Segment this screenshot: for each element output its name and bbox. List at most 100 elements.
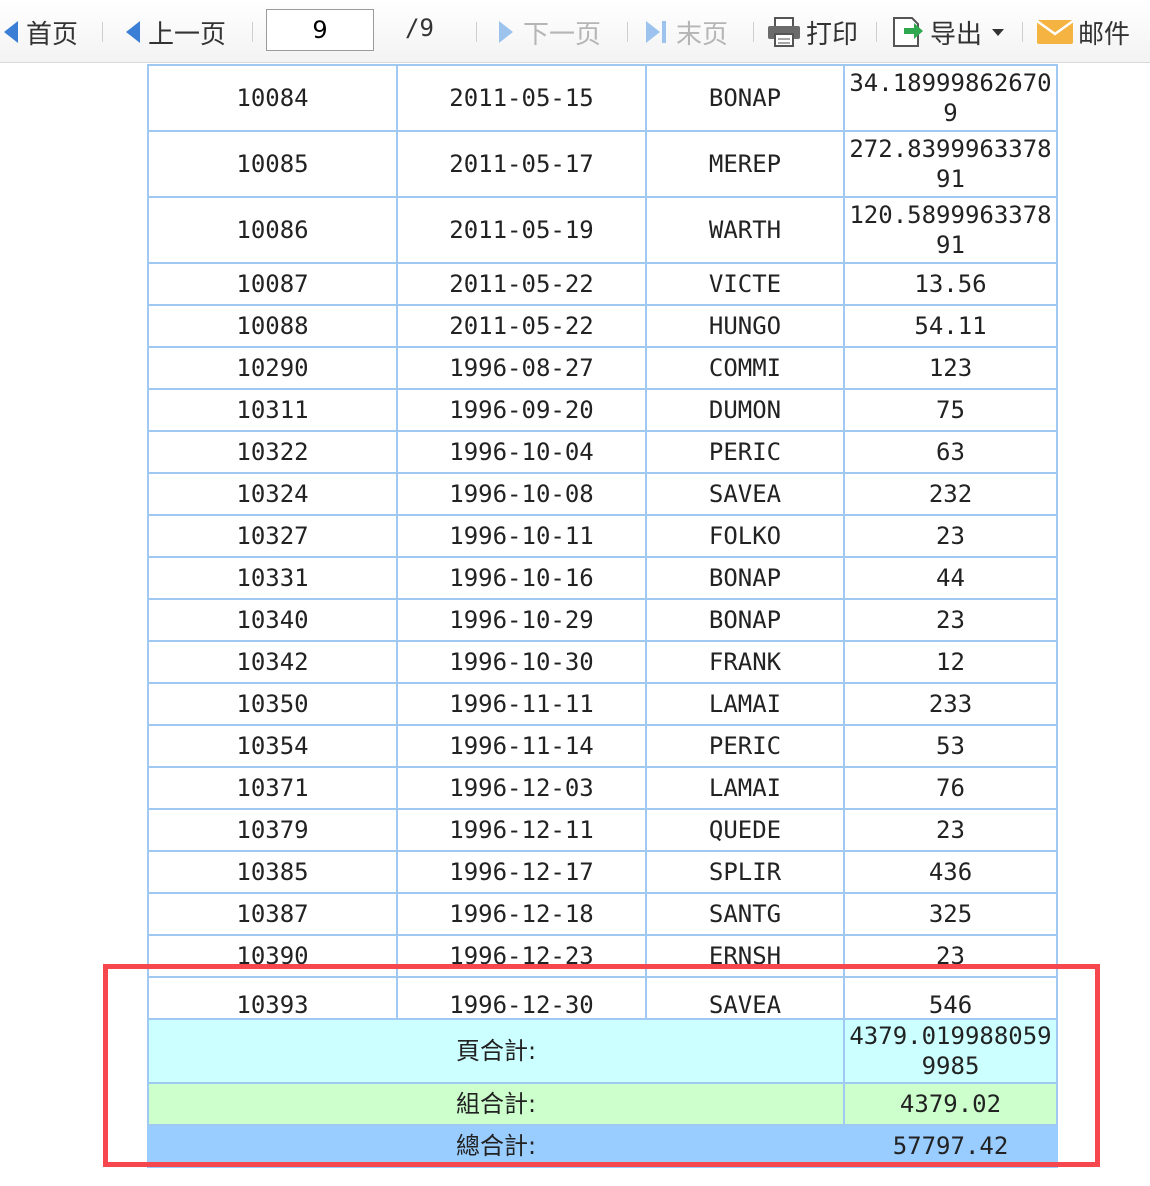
customer-cell: ERNSH bbox=[645, 934, 845, 978]
amount-cell: 13.56 bbox=[843, 262, 1058, 306]
next-page-icon bbox=[499, 21, 513, 43]
table-row: 10350 1996-11-11 LAMAI 233 bbox=[147, 682, 1058, 726]
order-id-cell: 10087 bbox=[147, 262, 398, 306]
first-page-label: 首页 bbox=[26, 19, 79, 50]
table-row: 10324 1996-10-08 SAVEA 232 bbox=[147, 472, 1058, 516]
order-id-cell: 10387 bbox=[147, 892, 398, 936]
table-row: 10084 2011-05-15 BONAP 34.189998626709 bbox=[147, 64, 1058, 132]
next-page-label: 下一页 bbox=[523, 19, 602, 50]
page-subtotal-value: 4379.0199880599985 bbox=[843, 1018, 1058, 1084]
last-page-icon bbox=[646, 21, 660, 43]
export-label: 导出 bbox=[930, 19, 983, 50]
amount-cell: 23 bbox=[843, 598, 1058, 642]
order-date-cell: 1996-12-11 bbox=[396, 808, 647, 852]
amount-cell: 120.589996337891 bbox=[843, 196, 1058, 264]
table-row: 10331 1996-10-16 BONAP 44 bbox=[147, 556, 1058, 600]
order-id-cell: 10085 bbox=[147, 130, 398, 198]
order-date-cell: 2011-05-22 bbox=[396, 262, 647, 306]
amount-cell: 232 bbox=[843, 472, 1058, 516]
group-subtotal-row: 組合計: 4379.02 bbox=[147, 1082, 1058, 1126]
mail-button[interactable]: 邮件 bbox=[1036, 12, 1130, 52]
order-date-cell: 2011-05-17 bbox=[396, 130, 647, 198]
customer-cell: LAMAI bbox=[645, 682, 845, 726]
toolbar-divider bbox=[876, 22, 877, 42]
table-row: 10371 1996-12-03 LAMAI 76 bbox=[147, 766, 1058, 810]
table-row: 10354 1996-11-14 PERIC 53 bbox=[147, 724, 1058, 768]
customer-cell: SAVEA bbox=[645, 472, 845, 516]
order-id-cell: 10393 bbox=[147, 976, 398, 1020]
table-row: 10311 1996-09-20 DUMON 75 bbox=[147, 388, 1058, 432]
amount-cell: 233 bbox=[843, 682, 1058, 726]
amount-cell: 63 bbox=[843, 430, 1058, 474]
customer-cell: BONAP bbox=[645, 556, 845, 600]
amount-cell: 54.11 bbox=[843, 304, 1058, 348]
table-row: 10086 2011-05-19 WARTH 120.589996337891 bbox=[147, 196, 1058, 264]
table-row: 10342 1996-10-30 FRANK 12 bbox=[147, 640, 1058, 684]
export-button[interactable]: 导出 bbox=[890, 12, 1005, 52]
group-subtotal-label: 組合計: bbox=[147, 1082, 845, 1126]
customer-cell: QUEDE bbox=[645, 808, 845, 852]
order-date-cell: 1996-10-04 bbox=[396, 430, 647, 474]
amount-cell: 76 bbox=[843, 766, 1058, 810]
amount-cell: 546 bbox=[843, 976, 1058, 1020]
order-id-cell: 10354 bbox=[147, 724, 398, 768]
table-row: 10390 1996-12-23 ERNSH 23 bbox=[147, 934, 1058, 978]
amount-cell: 23 bbox=[843, 934, 1058, 978]
customer-cell: BONAP bbox=[645, 64, 845, 132]
amount-cell: 75 bbox=[843, 388, 1058, 432]
amount-cell: 34.189998626709 bbox=[843, 64, 1058, 132]
table-row: 10087 2011-05-22 VICTE 13.56 bbox=[147, 262, 1058, 306]
order-id-cell: 10327 bbox=[147, 514, 398, 558]
page-number-input[interactable] bbox=[266, 9, 374, 51]
page-subtotal-label: 頁合計: bbox=[147, 1018, 845, 1084]
next-page-button[interactable]: 下一页 bbox=[499, 12, 601, 52]
order-date-cell: 1996-12-23 bbox=[396, 934, 647, 978]
prev-page-button[interactable]: 上一页 bbox=[126, 12, 226, 52]
amount-cell: 325 bbox=[843, 892, 1058, 936]
order-id-cell: 10322 bbox=[147, 430, 398, 474]
toolbar-divider bbox=[627, 22, 628, 42]
last-page-button[interactable]: 末页 bbox=[646, 12, 728, 52]
order-id-cell: 10088 bbox=[147, 304, 398, 348]
customer-cell: FRANK bbox=[645, 640, 845, 684]
customer-cell: WARTH bbox=[645, 196, 845, 264]
first-page-icon bbox=[4, 21, 18, 43]
order-id-cell: 10385 bbox=[147, 850, 398, 894]
prev-page-label: 上一页 bbox=[148, 19, 227, 50]
order-date-cell: 1996-11-11 bbox=[396, 682, 647, 726]
customer-cell: DUMON bbox=[645, 388, 845, 432]
grand-total-label: 總合計: bbox=[147, 1124, 845, 1168]
table-row: 10085 2011-05-17 MEREP 272.839996337891 bbox=[147, 130, 1058, 198]
order-id-cell: 10311 bbox=[147, 388, 398, 432]
amount-cell: 123 bbox=[843, 346, 1058, 390]
clipped-text: 1996-12-30 bbox=[449, 991, 594, 1018]
last-page-label: 末页 bbox=[676, 19, 729, 50]
customer-cell: FOLKO bbox=[645, 514, 845, 558]
order-id-cell: 10350 bbox=[147, 682, 398, 726]
order-id-cell: 10342 bbox=[147, 640, 398, 684]
customer-cell: HUNGO bbox=[645, 304, 845, 348]
table-row-clipped: 10393 1996-12-30 SAVEA 546 bbox=[147, 976, 1058, 1020]
table-row: 10340 1996-10-29 BONAP 23 bbox=[147, 598, 1058, 642]
customer-cell: BONAP bbox=[645, 598, 845, 642]
print-button[interactable]: 打印 bbox=[766, 12, 858, 52]
page-subtotal-row: 頁合計: 4379.0199880599985 bbox=[147, 1018, 1058, 1084]
order-date-cell: 1996-10-30 bbox=[396, 640, 647, 684]
order-date-cell: 2011-05-15 bbox=[396, 64, 647, 132]
amount-cell: 23 bbox=[843, 514, 1058, 558]
toolbar-divider bbox=[476, 22, 477, 42]
toolbar-divider bbox=[102, 22, 103, 42]
order-id-cell: 10390 bbox=[147, 934, 398, 978]
first-page-button[interactable]: 首页 bbox=[4, 12, 78, 52]
order-date-cell: 1996-10-08 bbox=[396, 472, 647, 516]
mail-label: 邮件 bbox=[1078, 19, 1131, 50]
order-date-cell: 1996-10-29 bbox=[396, 598, 647, 642]
grand-total-row: 總合計: 57797.42 bbox=[147, 1124, 1058, 1168]
order-date-cell: 1996-10-11 bbox=[396, 514, 647, 558]
order-id-cell: 10379 bbox=[147, 808, 398, 852]
order-date-cell: 2011-05-22 bbox=[396, 304, 647, 348]
toolbar-divider bbox=[753, 22, 754, 42]
order-date-cell: 1996-12-03 bbox=[396, 766, 647, 810]
order-date-cell: 1996-08-27 bbox=[396, 346, 647, 390]
table-row: 10290 1996-08-27 COMMI 123 bbox=[147, 346, 1058, 390]
